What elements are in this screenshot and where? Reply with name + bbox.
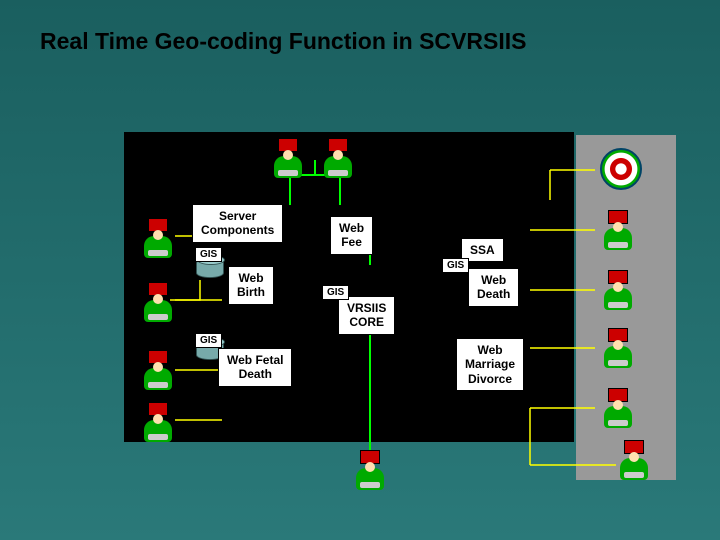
- user-icon: [600, 210, 636, 250]
- box-vrsiis-core: VRSIIS CORE: [338, 296, 395, 335]
- user-icon: [320, 138, 356, 178]
- box-web-fetal-death: Web Fetal Death: [218, 348, 292, 387]
- box-web-death: Web Death: [468, 268, 519, 307]
- box-web-fee: Web Fee: [330, 216, 373, 255]
- user-icon: [600, 388, 636, 428]
- user-icon: [600, 270, 636, 310]
- box-web-marriage-divorce: Web Marriage Divorce: [456, 338, 524, 391]
- user-icon: [352, 450, 388, 490]
- box-server-components: Server Components: [192, 204, 283, 243]
- user-icon: [140, 350, 176, 390]
- user-icon: [140, 282, 176, 322]
- user-icon: [140, 402, 176, 442]
- user-icon: [270, 138, 306, 178]
- user-icon: [600, 328, 636, 368]
- gis-tag: GIS: [195, 333, 222, 348]
- gis-tag: GIS: [442, 258, 469, 273]
- agency-seal-icon: [600, 148, 642, 190]
- gis-tag: GIS: [195, 247, 222, 262]
- box-web-birth: Web Birth: [228, 266, 274, 305]
- user-icon: [616, 440, 652, 480]
- slide-title: Real Time Geo-coding Function in SCVRSII…: [40, 28, 526, 55]
- user-icon: [140, 218, 176, 258]
- gis-tag: GIS: [322, 285, 349, 300]
